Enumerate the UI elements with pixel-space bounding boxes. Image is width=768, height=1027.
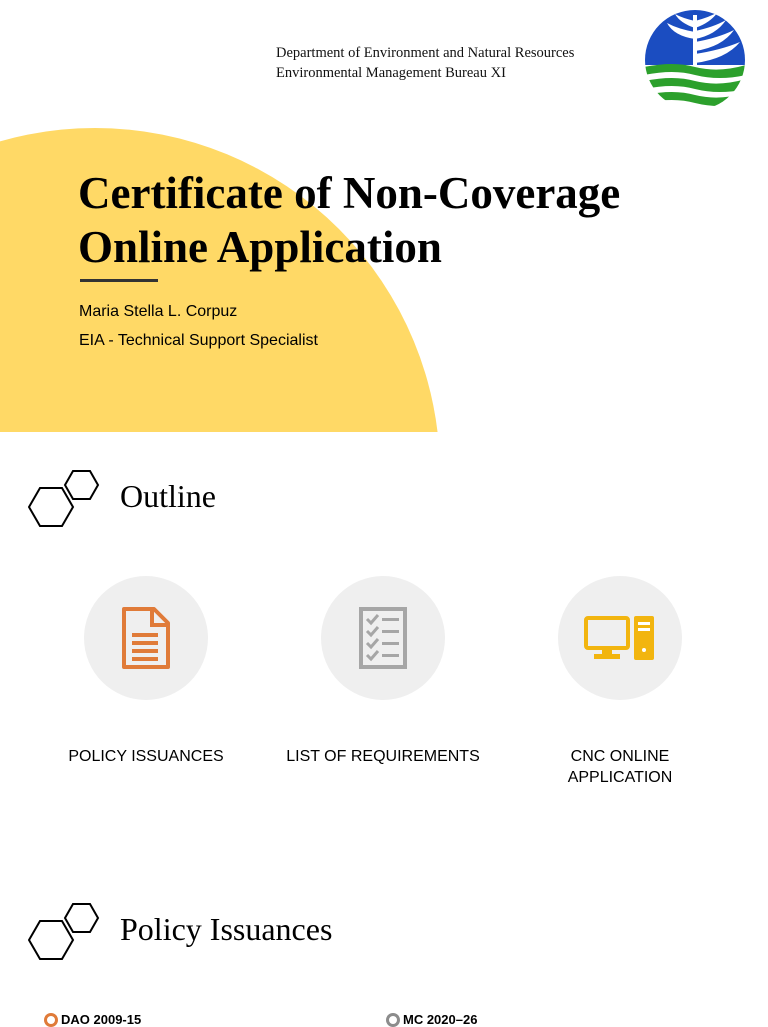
hexagon-icon (28, 470, 100, 527)
outline-item-cnc-online: CNC ONLINE APPLICATION (520, 576, 720, 788)
policy-item-mc: MC 2020–26 (386, 1012, 477, 1027)
policy-item-label: MC 2020–26 (403, 1012, 478, 1027)
orange-ring-icon (44, 1012, 58, 1027)
outline-circle (84, 576, 208, 700)
checklist-icon (359, 607, 407, 669)
policy-item-dao: DAO 2009-15 (44, 1012, 141, 1027)
hexagon-icon (28, 903, 100, 960)
title-slide: Department of Environment and Natural Re… (0, 0, 768, 432)
outline-circle (558, 576, 682, 700)
gray-ring-icon (386, 1012, 400, 1027)
document-icon (122, 607, 170, 669)
outline-item-label: CNC ONLINE APPLICATION (567, 748, 673, 786)
presenter-role: EIA - Technical Support Specialist (79, 332, 318, 349)
presenter-name: Maria Stella L. Corpuz (79, 303, 238, 320)
title-line-1: Certificate of Non-Coverage (78, 168, 621, 218)
computer-icon (584, 616, 654, 660)
department-header: Department of Environment and Natural Re… (276, 43, 574, 83)
presentation-title: Certificate of Non-Coverage Online Appli… (78, 166, 620, 274)
policy-item-label: DAO 2009-15 (61, 1012, 142, 1027)
department-line-2: Environmental Management Bureau XI (276, 65, 506, 81)
outline-item-policy: POLICY ISSUANCES (46, 576, 246, 767)
denr-logo (645, 10, 745, 110)
outline-item-label: LIST OF REQUIREMENTS (286, 748, 480, 765)
presenter-info: Maria Stella L. Corpuz EIA - Technical S… (79, 297, 318, 355)
outline-item-requirements: LIST OF REQUIREMENTS (283, 576, 483, 767)
outline-item-label: POLICY ISSUANCES (68, 748, 224, 765)
title-line-2: Online Application (78, 222, 442, 272)
policy-issuances-heading: Policy Issuances (120, 911, 333, 947)
department-line-1: Department of Environment and Natural Re… (276, 45, 575, 61)
outline-heading: Outline (120, 478, 216, 514)
outline-circle (321, 576, 445, 700)
title-underline (80, 279, 158, 282)
